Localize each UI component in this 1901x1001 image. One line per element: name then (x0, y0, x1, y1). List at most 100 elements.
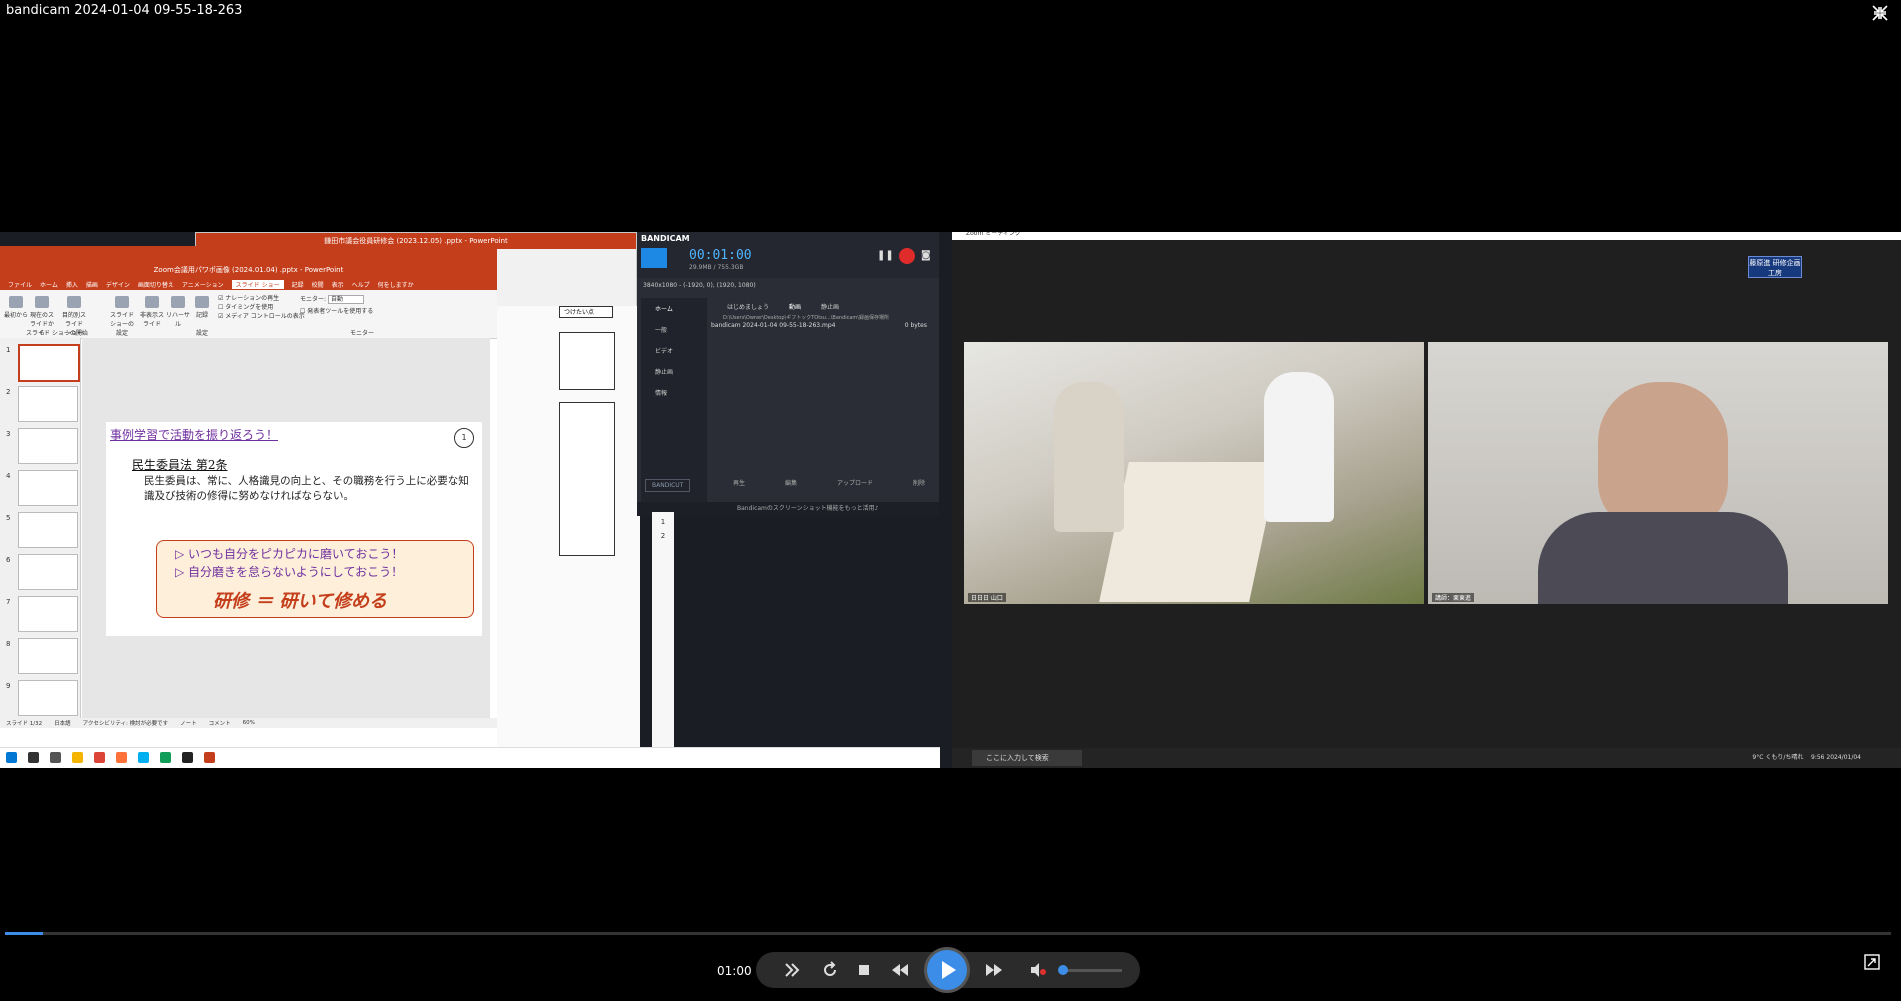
slide-thumbnail[interactable] (18, 638, 78, 674)
volume-icon[interactable] (1028, 960, 1048, 980)
slide-thumbnail[interactable] (18, 470, 78, 506)
slide-thumbnail[interactable] (18, 428, 78, 464)
stop-icon[interactable] (854, 960, 874, 980)
upload-file-button[interactable]: アップロード (837, 478, 873, 487)
comments-button[interactable]: コメント (209, 719, 231, 727)
weather[interactable]: 9°C くもり/ち晴れ (1752, 754, 1803, 761)
callout-emphasis: 研修 ＝ 研いて修める (213, 591, 387, 612)
volume-slider[interactable] (1058, 965, 1122, 975)
camera-icon[interactable]: ◙ (921, 250, 931, 261)
nav-general[interactable]: 一般 (641, 319, 707, 340)
narration-checkbox[interactable]: ☑ ナレーションの再生 (218, 294, 305, 303)
clock-time[interactable]: 9:56 (1811, 754, 1824, 761)
slide-thumbnail[interactable] (18, 512, 78, 548)
zoom-title: Zoom ミーティング (952, 232, 1901, 240)
video-tile-room[interactable]: 日日日 山口 (964, 342, 1424, 604)
delete-file-button[interactable]: 削除 (913, 478, 925, 487)
ppt-ribbon-tabs: ファイル ホーム 挿入 描画 デザイン 画面切り替え アニメーション スライド … (0, 278, 497, 290)
presenter-checkbox[interactable]: ☐ 発表者ツールを使用する (300, 306, 373, 318)
tab-animations[interactable]: アニメーション (182, 280, 224, 289)
output-path: D:\Users\Owner\Desktop\ギフトックTOtsu...\Ban… (723, 315, 889, 321)
slide-thumbnail[interactable] (18, 344, 80, 382)
thumb-number: 9 (6, 682, 11, 690)
bandicut-button[interactable]: BANDICUT (645, 479, 691, 492)
page-number[interactable]: 1 (652, 518, 674, 526)
nav-image[interactable]: 静止画 (641, 361, 707, 382)
tab-slideshow[interactable]: スライド ショー (231, 279, 284, 289)
video-tile-speaker[interactable]: 講師：栗東進 (1428, 342, 1888, 604)
tab-help[interactable]: ヘルプ (352, 280, 370, 289)
nav-about[interactable]: 情報 (641, 382, 707, 403)
notes-button[interactable]: ノート (180, 719, 197, 727)
edge-icon[interactable] (160, 752, 171, 763)
tab-review[interactable]: 校閲 (312, 280, 324, 289)
tab-draw[interactable]: 描画 (86, 280, 98, 289)
clock-date[interactable]: 2024/01/04 (1826, 754, 1861, 761)
tab-transitions[interactable]: 画面切り替え (138, 280, 174, 289)
slide-thumbnail[interactable] (18, 680, 78, 716)
picture-in-picture-icon[interactable] (1864, 954, 1880, 970)
task-view-icon[interactable] (50, 752, 61, 763)
slide-heading: 事例学習で活動を振り返ろう！ (110, 428, 279, 442)
from-current-button[interactable]: 現在のスライドから (30, 296, 54, 337)
rewind-icon[interactable] (890, 960, 910, 980)
repeat-icon[interactable] (820, 960, 840, 980)
timing-checkbox[interactable]: ☐ タイミングを使用 (218, 303, 305, 312)
tell-me[interactable]: 何をしますか (378, 280, 414, 289)
record-button[interactable]: 記録 (190, 296, 214, 322)
edit-file-button[interactable]: 編集 (785, 478, 797, 487)
fast-forward-icon[interactable] (984, 960, 1004, 980)
face-image (1598, 382, 1728, 532)
custom-show-button[interactable]: 目的別スライド ショー (62, 296, 86, 337)
tab-videos[interactable]: 動画 (789, 302, 801, 311)
status-language: 日本語 (54, 721, 71, 727)
play-button[interactable] (927, 950, 967, 990)
monitor-select[interactable]: 自動 (327, 295, 364, 304)
skype-icon[interactable] (138, 752, 149, 763)
slide-thumbnail[interactable] (18, 596, 78, 632)
tab-getting-started[interactable]: はじめましょう (727, 302, 769, 311)
start-icon[interactable] (6, 752, 17, 763)
chrome-icon[interactable] (94, 752, 105, 763)
collapse-icon[interactable] (1871, 4, 1889, 22)
nav-video[interactable]: ビデオ (641, 340, 707, 361)
search-icon[interactable] (28, 752, 39, 763)
slide-thumbnail[interactable] (18, 386, 78, 422)
powerpoint-icon[interactable] (204, 752, 215, 763)
person-image (1264, 372, 1334, 522)
tab-home[interactable]: ホーム (40, 280, 58, 289)
slide-thumbnail[interactable] (18, 554, 78, 590)
tab-record[interactable]: 記録 (292, 280, 304, 289)
slide-law-title: 民生委員法 第2条 (132, 458, 228, 472)
ppt-ribbon: 最初から 現在のスライドから 目的別スライド ショー スライド ショーの設定 非… (0, 290, 497, 339)
status-accessibility[interactable]: アクセシビリティ: 検討が必要です (83, 719, 169, 727)
hide-slide-button[interactable]: 非表示スライド (140, 296, 164, 328)
app-icon[interactable] (182, 752, 193, 763)
bandicam-footer[interactable]: Bandicamのスクリーンショット機能をもっと活用♪ (637, 502, 939, 516)
setup-show-button[interactable]: スライド ショーの設定 (110, 296, 134, 337)
screen-mode-icon[interactable] (641, 248, 667, 268)
firefox-icon[interactable] (116, 752, 127, 763)
tab-insert[interactable]: 挿入 (66, 280, 78, 289)
nav-home[interactable]: ホーム (641, 298, 707, 319)
stop-record-button[interactable] (899, 248, 915, 264)
tab-images[interactable]: 静止画 (821, 302, 839, 311)
seek-bar[interactable] (5, 932, 1891, 935)
play-file-button[interactable]: 再生 (733, 478, 745, 487)
rehearse-button[interactable]: リハーサル (166, 296, 190, 328)
page-number[interactable]: 2 (652, 532, 674, 540)
current-slide[interactable]: 事例学習で活動を振り返ろう！ 1 民生委員法 第2条 民生委員は、常に、人格識見… (106, 422, 482, 636)
volume-knob[interactable] (1058, 965, 1069, 975)
explorer-icon[interactable] (72, 752, 83, 763)
file-row[interactable]: bandicam 2024-01-04 09-55-18-263.mp4 0 b… (711, 322, 927, 329)
taskbar-search[interactable]: ここに入力して検索 (972, 750, 1082, 766)
media-controls-checkbox[interactable]: ☑ メディア コントロールの表示 (218, 312, 305, 321)
taskbar-left (0, 747, 940, 768)
participant-name: 日日日 山口 (968, 593, 1006, 602)
speed-icon[interactable] (782, 960, 802, 980)
tab-file[interactable]: ファイル (8, 280, 32, 289)
from-beginning-button[interactable]: 最初から (4, 296, 28, 322)
tab-design[interactable]: デザイン (106, 280, 130, 289)
tab-view[interactable]: 表示 (332, 280, 344, 289)
pause-icon[interactable]: ❚❚ (877, 250, 894, 261)
